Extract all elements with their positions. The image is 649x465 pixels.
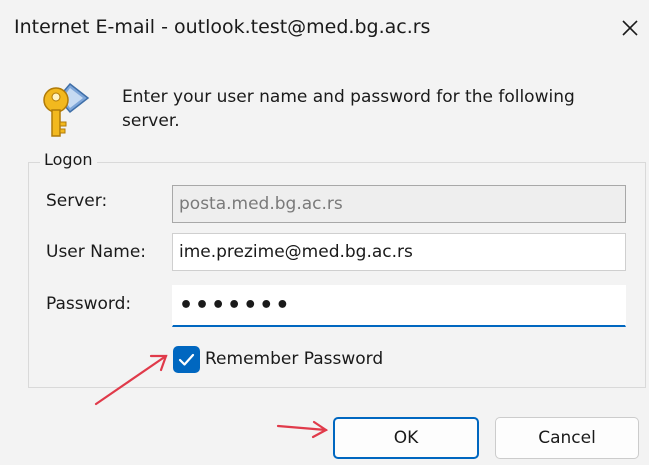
checkmark-icon [178,353,195,366]
remember-password-checkbox[interactable] [173,346,200,373]
window-title: Internet E-mail - outlook.test@med.bg.ac… [14,16,431,38]
keys-icon [43,82,90,137]
logon-legend: Logon [40,150,97,169]
username-field[interactable] [172,233,626,271]
cancel-button[interactable]: Cancel [495,417,639,459]
instruction-message: Enter your user name and password for th… [122,87,575,131]
username-label: User Name: [46,242,147,262]
close-button[interactable] [614,12,646,44]
password-field[interactable] [172,285,626,327]
server-field [172,185,626,223]
title-bar: Internet E-mail - outlook.test@med.bg.ac… [0,0,649,60]
annotation-arrow-ok [276,420,329,439]
server-label: Server: [46,191,108,211]
ok-button[interactable]: OK [333,417,479,459]
close-icon [622,20,638,36]
password-label: Password: [46,294,132,314]
internet-email-dialog: Internet E-mail - outlook.test@med.bg.ac… [0,0,649,465]
remember-password-label[interactable]: Remember Password [205,349,383,369]
